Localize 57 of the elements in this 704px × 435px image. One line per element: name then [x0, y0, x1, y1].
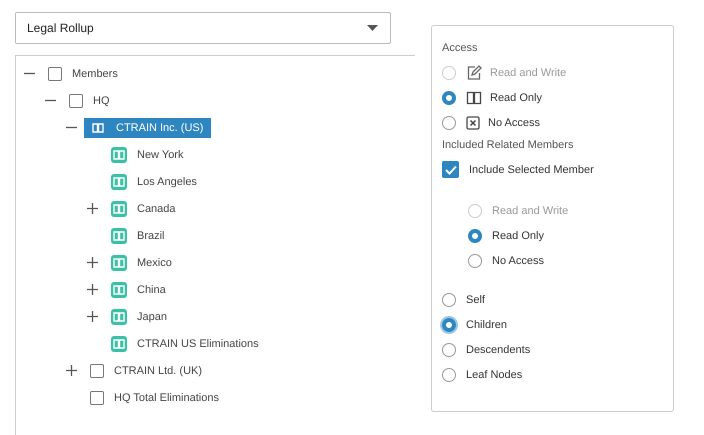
option-label: Leaf Nodes — [466, 368, 522, 380]
option-label: Read and Write — [490, 66, 566, 78]
checkbox[interactable] — [90, 364, 104, 378]
book-icon — [111, 308, 127, 324]
expand-icon[interactable] — [87, 284, 98, 295]
tree-item[interactable]: Brazil — [111, 226, 173, 246]
checkbox[interactable] — [90, 390, 104, 404]
expand-icon[interactable] — [87, 203, 98, 214]
tree-item[interactable]: CTRAIN US Eliminations — [111, 334, 267, 354]
expand-icon[interactable] — [87, 311, 98, 322]
checkbox[interactable] — [69, 94, 83, 108]
tree-item[interactable]: HQ Total Eliminations — [114, 390, 219, 406]
tree-item[interactable]: Canada — [111, 198, 184, 218]
tree-item[interactable]: China — [111, 280, 174, 300]
section-heading: Included Related Members — [442, 139, 574, 151]
radio-button[interactable] — [442, 368, 456, 382]
checkbox[interactable] — [48, 66, 62, 80]
option-label: Read Only — [490, 92, 542, 104]
book-icon — [466, 90, 482, 104]
expand-icon[interactable] — [87, 257, 98, 268]
radio-button[interactable] — [442, 116, 456, 130]
radio-button[interactable] — [442, 292, 456, 306]
option-label: No Access — [488, 116, 540, 128]
radio-button[interactable] — [442, 342, 456, 356]
book-icon — [111, 336, 127, 352]
option-label: Children — [466, 318, 507, 330]
tree-item[interactable]: CTRAIN Ltd. (UK) — [114, 362, 202, 378]
radio-button[interactable] — [442, 90, 456, 104]
hierarchy-dropdown[interactable]: Legal Rollup — [15, 12, 391, 44]
tree-item[interactable]: Mexico — [111, 252, 180, 272]
option-label: No Access — [492, 254, 544, 266]
tree-item[interactable]: HQ — [93, 92, 110, 108]
book-icon — [111, 228, 127, 244]
radio-button[interactable] — [468, 254, 482, 268]
option-label: Read and Write — [492, 204, 568, 216]
tree-item[interactable]: New York — [111, 144, 192, 164]
option-label: Descendents — [466, 344, 530, 356]
book-icon — [111, 146, 127, 162]
caret-icon — [367, 25, 378, 31]
book-icon — [111, 200, 127, 216]
cross-box-icon — [466, 116, 480, 130]
book-icon — [111, 174, 127, 190]
book-icon — [111, 254, 127, 270]
expand-icon[interactable] — [66, 365, 77, 376]
radio-button[interactable] — [442, 318, 456, 332]
option-label: Include Selected Member — [469, 164, 594, 176]
section-heading: Access — [442, 42, 478, 54]
checkbox[interactable] — [442, 161, 459, 178]
option-label: Self — [466, 294, 485, 306]
option-label: Read Only — [492, 230, 544, 242]
book-icon — [111, 282, 127, 298]
radio-button[interactable] — [468, 228, 482, 242]
tree-item[interactable]: CTRAIN Inc. (US) — [84, 118, 212, 138]
tree-item[interactable]: Japan — [111, 306, 175, 326]
tree-item[interactable]: Members — [72, 66, 118, 82]
tree-item[interactable]: Los Angeles — [111, 172, 205, 192]
edit-icon — [466, 64, 482, 80]
